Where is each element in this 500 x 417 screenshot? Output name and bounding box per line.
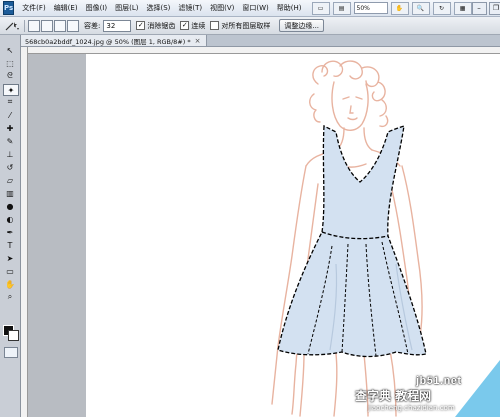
view-extras-button[interactable]: ▤ <box>332 1 351 15</box>
lasso-tool-icon[interactable]: ᘓ <box>3 71 17 81</box>
healing-brush-icon[interactable]: ✚ <box>3 123 17 133</box>
photoshop-logo: Ps <box>3 1 15 15</box>
document-tab-bar: 568cb0a2bddf_1024.jpg @ 50% (图层 1, RGB/8… <box>21 35 500 47</box>
watermark-corner <box>455 360 500 417</box>
document-tab[interactable]: 568cb0a2bddf_1024.jpg @ 50% (图层 1, RGB/8… <box>21 35 208 46</box>
window-controls: – ❐ ✕ <box>471 1 500 15</box>
tolerance-input[interactable]: 32 <box>103 19 132 32</box>
contiguous-label: 连续 <box>191 21 206 30</box>
minimize-button[interactable]: – <box>471 1 487 15</box>
watermark-cn-text: 查字典 教程网 <box>355 389 432 403</box>
menu-item[interactable]: 帮助(H) <box>273 0 306 16</box>
menu-item[interactable]: 视图(V) <box>206 0 238 16</box>
document-canvas[interactable] <box>86 54 500 417</box>
subtract-selection-icon[interactable] <box>54 19 66 32</box>
horizontal-ruler <box>28 47 500 54</box>
antialias-checkbox[interactable]: ✓ 消除锯齿 <box>136 21 175 31</box>
fashion-sketch-image <box>271 60 427 417</box>
magic-wand-tool-icon[interactable]: ✦ <box>3 84 19 96</box>
checkbox-checked-icon: ✓ <box>180 21 190 30</box>
tolerance-label: 容差: <box>84 21 101 30</box>
tool-preset-picker[interactable] <box>3 20 21 32</box>
options-bar: 容差: 32 ✓ 消除锯齿 ✓ 连续 对所有图层取样 调整边缘... <box>0 17 500 35</box>
clone-stamp-icon[interactable]: ⊥ <box>3 149 17 159</box>
pen-tool-icon[interactable]: ✒ <box>3 227 17 237</box>
hand-tool-icon[interactable]: ✋ <box>3 279 17 289</box>
watermark-site: jb51.net <box>416 375 462 387</box>
separator <box>24 19 25 32</box>
dress-selection <box>277 124 427 358</box>
sample-all-layers-checkbox[interactable]: 对所有图层取样 <box>210 21 270 31</box>
screen-mode-button[interactable]: ▭ <box>311 1 330 15</box>
menu-item[interactable]: 文件(F) <box>18 0 50 16</box>
rotate-icon[interactable]: ↻ <box>432 1 451 15</box>
brush-tool-icon[interactable]: ✎ <box>3 136 17 146</box>
blur-tool-icon[interactable]: ● <box>3 201 17 211</box>
menu-item[interactable]: 图层(L) <box>111 0 142 16</box>
menu-item[interactable]: 选择(S) <box>142 0 174 16</box>
menu-item[interactable]: 图像(I) <box>82 0 112 16</box>
crop-tool-icon[interactable]: ⌗ <box>3 97 17 107</box>
shape-tool-icon[interactable]: ▭ <box>3 266 17 276</box>
history-brush-icon[interactable]: ↺ <box>3 162 17 172</box>
menu-item[interactable]: 编辑(E) <box>50 0 82 16</box>
watermark-url: jiaocheng.chazidian.com <box>368 404 455 412</box>
dodge-tool-icon[interactable]: ◐ <box>3 214 17 224</box>
magic-wand-icon <box>5 21 19 30</box>
gradient-tool-icon[interactable]: ▥ <box>3 188 17 198</box>
new-selection-icon[interactable] <box>28 19 40 32</box>
arrange-icon[interactable]: ▦ <box>453 1 472 15</box>
move-tool-icon[interactable]: ↖ <box>3 45 17 55</box>
type-tool-icon[interactable]: T <box>3 240 17 250</box>
zoom-icon[interactable]: 🔍 <box>411 1 430 15</box>
eraser-tool-icon[interactable]: ▱ <box>3 175 17 185</box>
background-color-swatch[interactable] <box>8 330 19 341</box>
menu-item[interactable]: 滤镜(T) <box>174 0 206 16</box>
close-tab-icon[interactable]: × <box>195 37 201 45</box>
menu-items: 文件(F) 编辑(E) 图像(I) 图层(L) 选择(S) 滤镜(T) 视图(V) 窗口(W)… <box>18 0 305 16</box>
toolbox: ↖ ⬚ ᘓ ✦ ⌗ ⁄ ✚ ✎ ⊥ ↺ ▱ ▥ ● ◐ ✒ T ➤ ▭ ✋ ⌕ <box>0 35 21 417</box>
add-selection-icon[interactable] <box>41 19 53 32</box>
menu-extras: ▭ ▤ 50% ✋ 🔍 ↻ ▦ <box>311 1 472 15</box>
document-title: 568cb0a2bddf_1024.jpg @ 50% (图层 1, RGB/8… <box>25 37 191 46</box>
intersect-selection-icon[interactable] <box>67 19 79 32</box>
eyedropper-tool-icon[interactable]: ⁄ <box>3 110 17 120</box>
quick-mask-button[interactable] <box>4 347 18 358</box>
zoom-level-field[interactable]: 50% <box>353 2 388 14</box>
menu-item[interactable]: 窗口(W) <box>238 0 272 16</box>
zoom-tool-icon[interactable]: ⌕ <box>3 292 17 302</box>
marquee-tool-icon[interactable]: ⬚ <box>3 58 17 68</box>
refine-edge-button[interactable]: 调整边缘... <box>279 19 325 32</box>
vertical-ruler <box>21 47 28 417</box>
path-selection-icon[interactable]: ➤ <box>3 253 17 263</box>
hand-icon[interactable]: ✋ <box>390 1 409 15</box>
restore-button[interactable]: ❐ <box>488 1 500 15</box>
checkbox-checked-icon: ✓ <box>136 21 146 30</box>
sample-all-layers-label: 对所有图层取样 <box>221 21 271 30</box>
menu-bar: Ps 文件(F) 编辑(E) 图像(I) 图层(L) 选择(S) 滤镜(T) 视图(V) 窗口… <box>0 0 500 17</box>
antialias-label: 消除锯齿 <box>147 21 176 30</box>
contiguous-checkbox[interactable]: ✓ 连续 <box>180 21 205 31</box>
checkbox-unchecked-icon <box>210 21 220 30</box>
